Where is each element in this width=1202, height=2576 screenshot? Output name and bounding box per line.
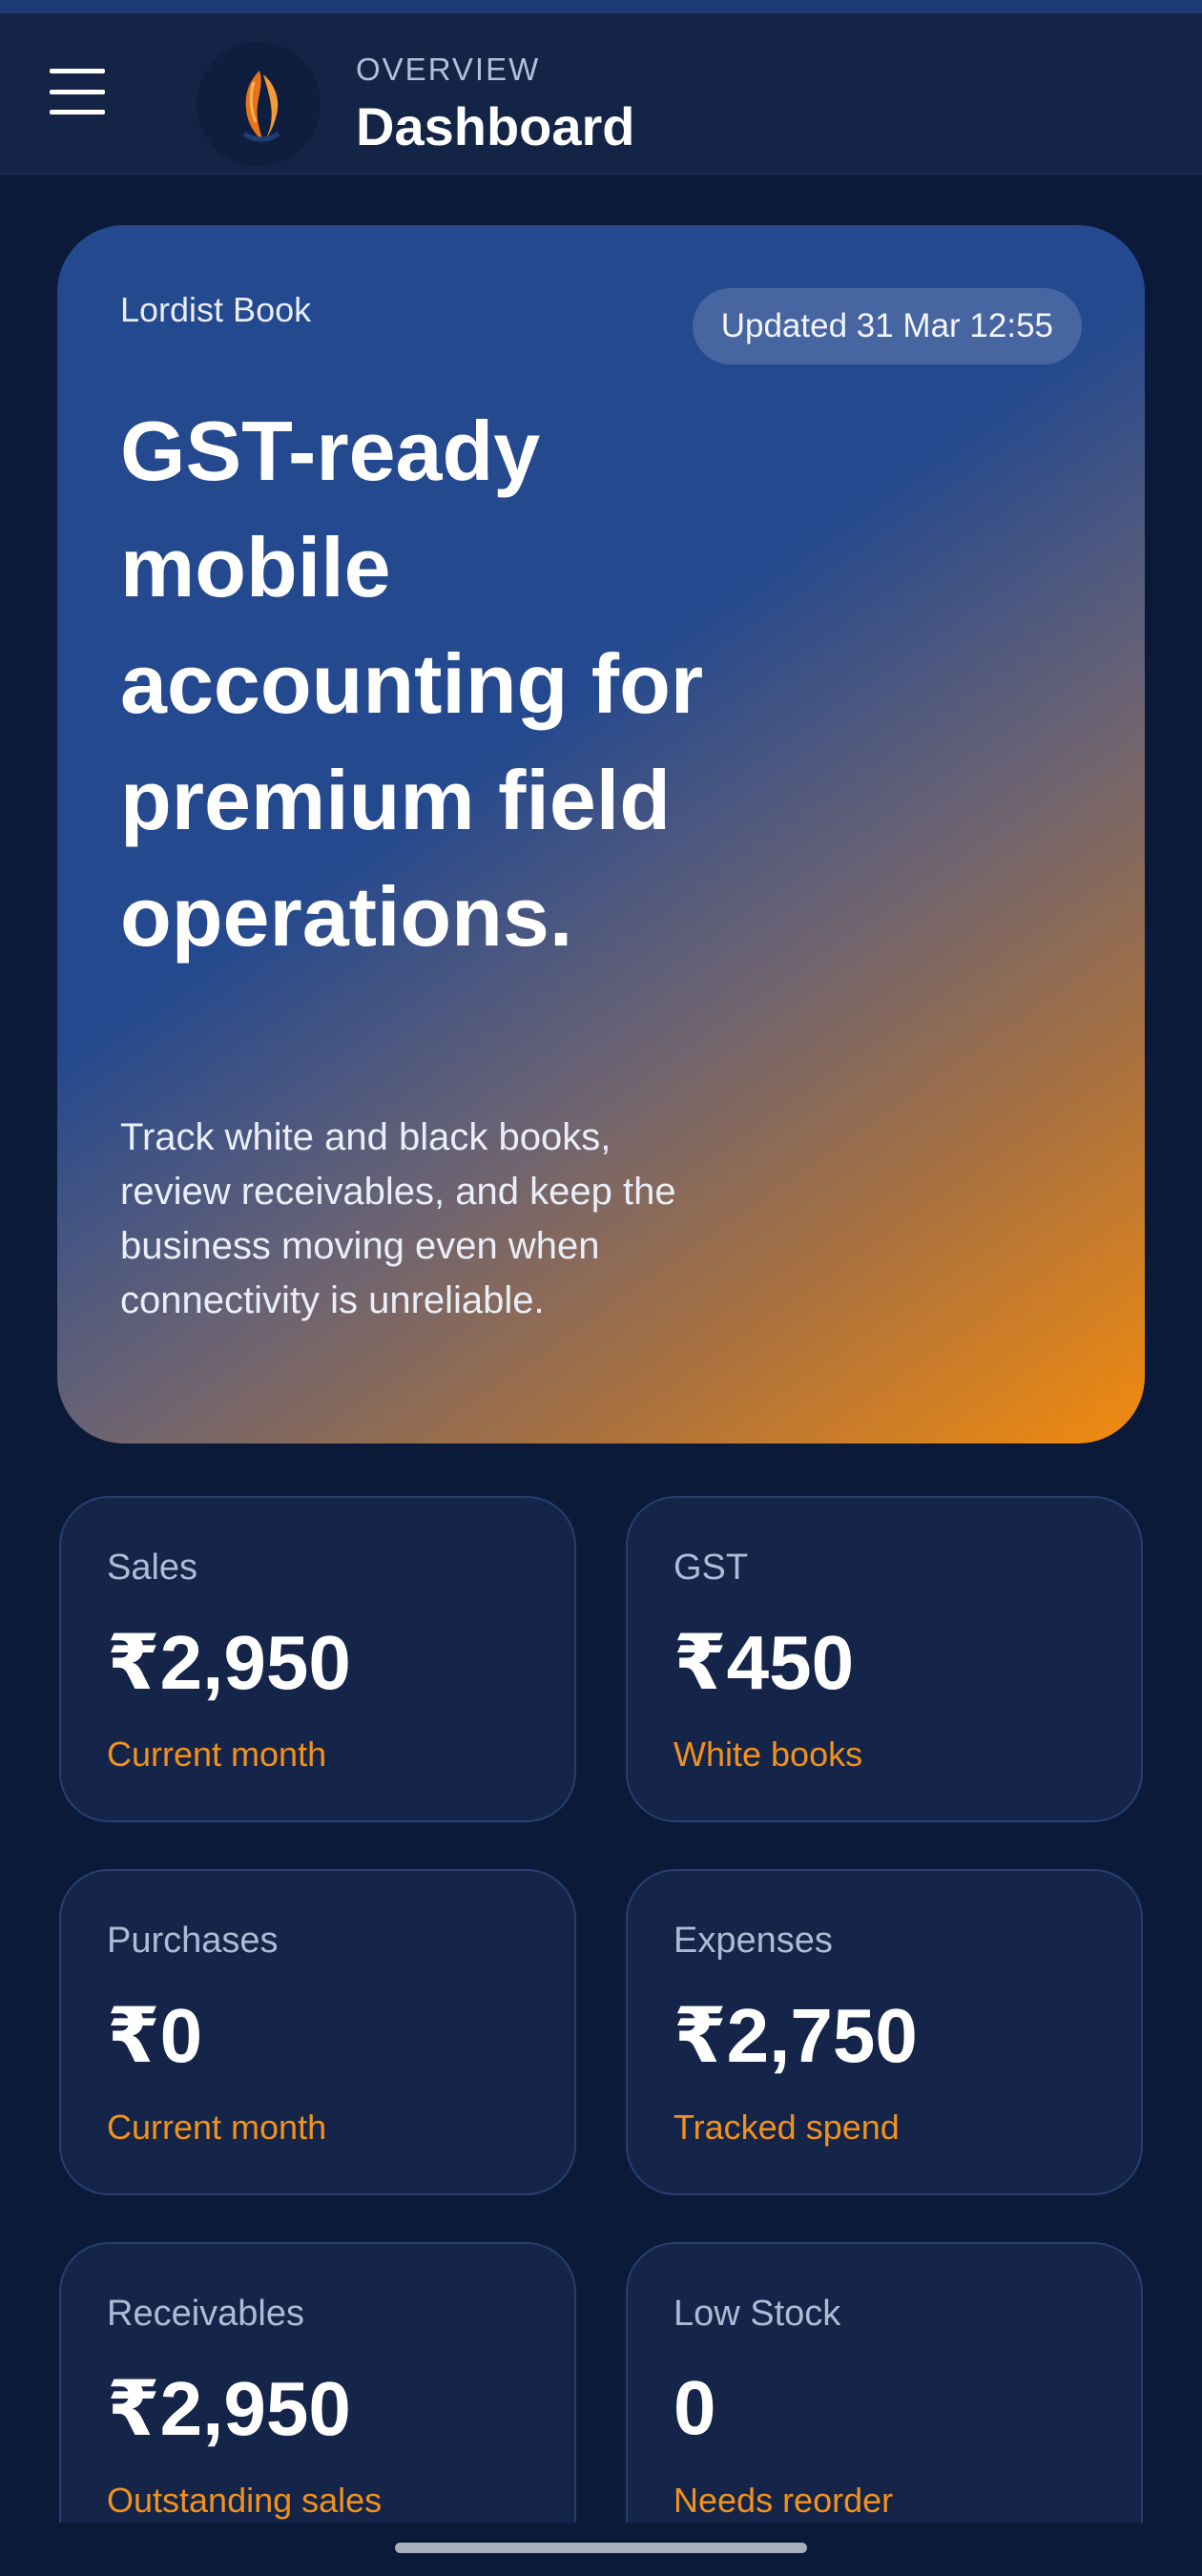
stat-value: ₹2,950 <box>107 1620 351 1705</box>
stat-value: ₹2,950 <box>107 2366 351 2451</box>
stat-label: Low Stock <box>674 2294 841 2334</box>
hero-brand: Lordist Book <box>120 290 312 329</box>
hero-headline: GST-ready mobile accounting for premium … <box>120 404 704 964</box>
stat-caption: Outstanding sales <box>107 2481 383 2520</box>
stat-caption: Tracked spend <box>674 2108 900 2147</box>
stat-caption: Needs reorder <box>674 2481 894 2520</box>
stat-value: ₹450 <box>674 1620 855 1705</box>
hero-card: Lordist Book Updated 31 Mar 12:55 GST-re… <box>57 225 1145 1444</box>
hamburger-menu-icon <box>50 69 105 73</box>
stat-card-low-stock[interactable]: Low Stock 0 Needs reorder <box>626 2242 1143 2523</box>
shell-logo-icon <box>197 42 321 166</box>
app-header: OVERVIEW Dashboard <box>0 13 1202 175</box>
stat-caption: Current month <box>107 1735 327 1774</box>
stat-caption: White books <box>674 1735 863 1774</box>
stat-label: Receivables <box>107 2294 304 2334</box>
updated-badge: Updated 31 Mar 12:55 <box>692 288 1082 364</box>
header-eyebrow: OVERVIEW <box>356 52 541 87</box>
stat-label: Expenses <box>674 1921 833 1961</box>
stat-card-purchases[interactable]: Purchases ₹0 Current month <box>59 1869 576 2195</box>
stats-grid: Sales ₹2,950 Current month GST ₹450 Whit… <box>59 1496 1143 2523</box>
status-bar-strip <box>0 0 1202 13</box>
stat-card-expenses[interactable]: Expenses ₹2,750 Tracked spend <box>626 1869 1143 2195</box>
stat-value: ₹0 <box>107 1993 203 2078</box>
stat-label: GST <box>674 1548 749 1588</box>
stat-label: Sales <box>107 1548 198 1588</box>
hero-description: Track white and black books, review rece… <box>120 1116 676 1321</box>
stat-card-receivables[interactable]: Receivables ₹2,950 Outstanding sales <box>59 2242 576 2523</box>
home-indicator[interactable] <box>395 2543 807 2553</box>
stat-value: ₹2,750 <box>674 1993 918 2078</box>
stat-label: Purchases <box>107 1921 279 1961</box>
stat-card-sales[interactable]: Sales ₹2,950 Current month <box>59 1496 576 1822</box>
stat-caption: Current month <box>107 2108 327 2147</box>
stat-card-gst[interactable]: GST ₹450 White books <box>626 1496 1143 1822</box>
page-title: Dashboard <box>356 96 635 156</box>
stat-value: 0 <box>674 2365 716 2450</box>
menu-button[interactable] <box>50 69 111 114</box>
